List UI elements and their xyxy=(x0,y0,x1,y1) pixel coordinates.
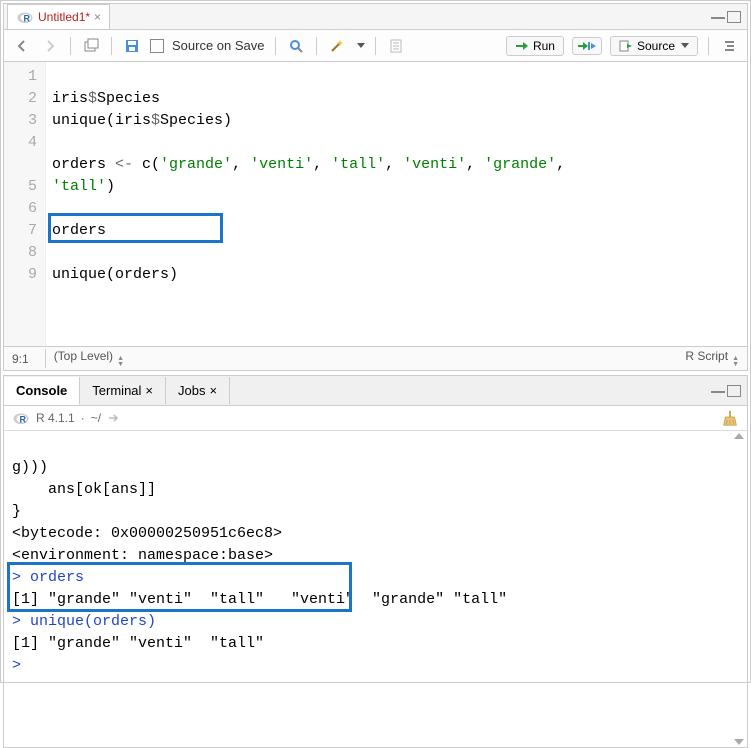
working-dir: ~/ xyxy=(91,411,101,425)
report-icon[interactable] xyxy=(386,36,406,56)
r-version: R 4.1.1 xyxy=(36,411,75,425)
code-editor[interactable]: 1234 56789 iris$Species unique(iris$Spec… xyxy=(4,62,747,346)
r-file-icon: R xyxy=(16,8,34,26)
rerun-icon xyxy=(577,40,597,52)
scope-selector[interactable]: (Top Level)▲▼ xyxy=(45,349,124,368)
forward-icon[interactable] xyxy=(40,36,60,56)
goto-dir-icon[interactable] xyxy=(107,412,121,424)
editor-statusbar: 9:1 (Top Level)▲▼ R Script▲▼ xyxy=(4,346,747,370)
tab-terminal[interactable]: Terminal× xyxy=(80,377,166,404)
source-label: Source xyxy=(637,39,675,53)
source-on-save-checkbox[interactable] xyxy=(150,39,164,53)
console-header: R R 4.1.1 · ~/ xyxy=(4,406,747,431)
clear-console-icon[interactable] xyxy=(721,409,739,427)
line-gutter: 1234 56789 xyxy=(4,62,46,346)
source-dropdown[interactable] xyxy=(681,43,689,48)
editor-tab[interactable]: R Untitled1* × xyxy=(7,4,110,29)
pane-window-controls[interactable] xyxy=(711,11,741,23)
run-button[interactable]: Run xyxy=(506,36,564,56)
source-icon xyxy=(619,40,633,52)
tab-console[interactable]: Console xyxy=(4,377,80,405)
back-icon[interactable] xyxy=(12,36,32,56)
r-logo-icon: R xyxy=(12,409,30,427)
source-on-save-label: Source on Save xyxy=(172,38,265,53)
close-icon[interactable]: × xyxy=(209,383,217,398)
scrollbar[interactable] xyxy=(733,431,745,747)
language-selector[interactable]: R Script▲▼ xyxy=(685,349,739,368)
console-tabbar: Console Terminal× Jobs× xyxy=(4,376,747,406)
tab-title: Untitled1* xyxy=(38,10,90,24)
console-output[interactable]: g))) ans[ok[ans]] } <bytecode: 0x0000025… xyxy=(4,431,747,747)
close-tab-icon[interactable]: × xyxy=(94,10,101,24)
svg-text:R: R xyxy=(24,14,31,24)
cursor-position: 9:1 xyxy=(12,352,29,366)
tab-jobs[interactable]: Jobs× xyxy=(166,377,230,404)
wand-icon[interactable] xyxy=(327,36,347,56)
save-icon[interactable] xyxy=(122,36,142,56)
svg-text:R: R xyxy=(20,415,27,425)
code-area[interactable]: iris$Species unique(iris$Species) orders… xyxy=(46,62,747,346)
show-in-new-window-icon[interactable] xyxy=(81,36,101,56)
source-button[interactable]: Source xyxy=(610,36,698,56)
run-icon xyxy=(515,40,529,52)
close-icon[interactable]: × xyxy=(145,383,153,398)
outline-icon[interactable] xyxy=(719,36,739,56)
run-label: Run xyxy=(533,39,555,53)
rerun-button[interactable] xyxy=(572,37,602,55)
find-icon[interactable] xyxy=(286,36,306,56)
wand-dropdown[interactable] xyxy=(357,43,365,48)
editor-tabbar: R Untitled1* × xyxy=(4,4,747,30)
pane-window-controls[interactable] xyxy=(711,385,741,397)
editor-toolbar: Source on Save Run Source xyxy=(4,30,747,62)
